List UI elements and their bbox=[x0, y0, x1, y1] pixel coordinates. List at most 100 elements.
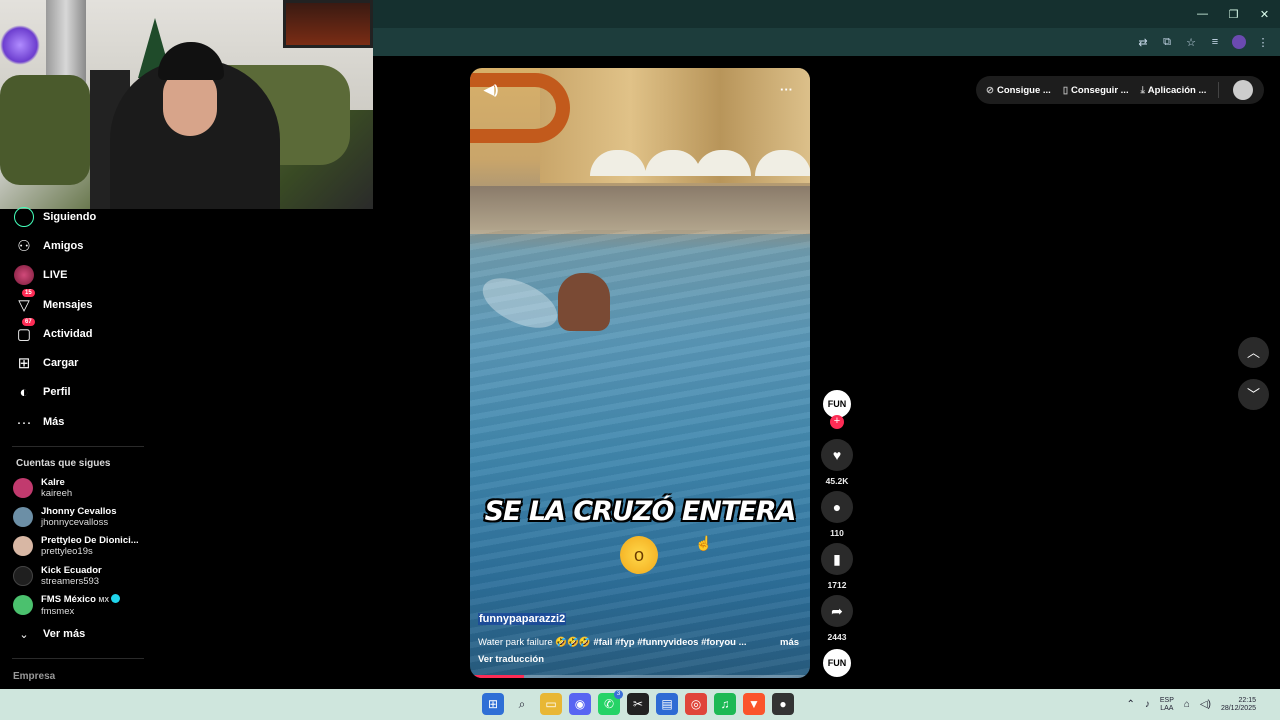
microphone-icon[interactable]: ♪ bbox=[1145, 699, 1150, 710]
mouse-cursor: ☝ bbox=[695, 535, 713, 551]
brave-icon[interactable]: ▼ bbox=[743, 693, 765, 715]
nav-item-messages[interactable]: ▽ 15 Mensajes bbox=[12, 289, 93, 317]
restore-button[interactable]: ❐ bbox=[1218, 0, 1249, 28]
nav-item-activity[interactable]: ▢ 67 Actividad bbox=[12, 318, 93, 346]
sidebar: Siguiendo ⚇ Amigos LIVE ▽ 15 Mensajes ▢ 67… bbox=[0, 207, 160, 689]
comment-button[interactable]: ● bbox=[821, 491, 853, 523]
search-icon[interactable]: ⌕ bbox=[511, 693, 533, 715]
follow-plus-icon[interactable]: + bbox=[830, 415, 844, 429]
share-button[interactable]: ➦ bbox=[821, 595, 853, 627]
previous-video-button[interactable]: ︿ bbox=[1238, 337, 1269, 368]
translate-button[interactable]: Ver traducción bbox=[478, 654, 544, 665]
see-more-button[interactable]: ⌄ Ver más bbox=[12, 622, 85, 646]
nav-item-friends[interactable]: ⚇ Amigos bbox=[12, 234, 83, 258]
share-count: 2443 bbox=[827, 632, 847, 642]
top-actions-bar: ⊘ Consigue ... ▯ Conseguir ... ⤓ Aplicación… bbox=[976, 76, 1264, 104]
nav-label: Mensajes bbox=[43, 299, 93, 311]
menu-icon[interactable]: ⋮ bbox=[1256, 36, 1270, 49]
chrome-icon[interactable]: ◎ bbox=[685, 693, 707, 715]
company-link[interactable]: Empresa bbox=[13, 671, 55, 682]
spotify-icon[interactable]: ♫ bbox=[714, 693, 736, 715]
account-item[interactable]: FMS México MX fmsmex bbox=[13, 593, 121, 617]
chevron-down-icon: ⌄ bbox=[19, 628, 29, 641]
clock[interactable]: 22:15 28/12/2025 bbox=[1221, 697, 1256, 713]
system-tray: ⌃ ♪ ESP LAA ⌂ ◁) 22:15 28/12/2025 bbox=[1126, 689, 1280, 720]
nav-item-live[interactable]: LIVE bbox=[12, 263, 67, 287]
like-count: 45.2K bbox=[825, 476, 849, 486]
get-app-label: Conseguir ... bbox=[1071, 84, 1129, 96]
volume-icon[interactable]: ◁) bbox=[1200, 699, 1211, 710]
account-item[interactable]: Kalre kaireeh bbox=[13, 476, 72, 500]
nav-item-upload[interactable]: ⊞ Cargar bbox=[12, 351, 79, 375]
user-avatar[interactable] bbox=[1233, 80, 1254, 100]
nav-item-following[interactable]: Siguiendo bbox=[12, 205, 96, 229]
taskbar: ⊞ ⌕ ▭ ◉ ✆ 3 ✂ ▤ ◎ ♫ ▼ ● ⌃ ♪ ESP LAA ⌂ ◁) 22:15 28/12/… bbox=[0, 689, 1280, 720]
save-button[interactable]: ▮ bbox=[821, 543, 853, 575]
following-accounts-title: Cuentas que sigues bbox=[16, 458, 111, 469]
like-button[interactable]: ♥ bbox=[821, 439, 853, 471]
network-icon[interactable]: ⌂ bbox=[1184, 699, 1190, 710]
desktop-app-button[interactable]: ⤓ Aplicación ... bbox=[1141, 85, 1207, 96]
account-item[interactable]: Jhonny Cevallos jhonnycevalloss bbox=[13, 505, 117, 529]
nav-label: Amigos bbox=[43, 240, 84, 252]
capcut-icon[interactable]: ✂ bbox=[627, 693, 649, 715]
comment-icon: ● bbox=[832, 499, 842, 515]
account-name: FMS México bbox=[41, 593, 96, 605]
music-disc[interactable]: FUN bbox=[821, 647, 853, 679]
messages-icon: ▽ 15 bbox=[12, 289, 36, 316]
whatsapp-icon[interactable]: ✆ 3 bbox=[598, 690, 623, 715]
coin-icon: ⊘ bbox=[986, 84, 994, 96]
account-username: kaireeh bbox=[41, 488, 73, 499]
discord-icon[interactable]: ◉ bbox=[569, 693, 591, 715]
close-button[interactable]: ✕ bbox=[1249, 0, 1280, 28]
chevron-up-icon[interactable]: ⌃ bbox=[1126, 699, 1134, 710]
bookmark-icon: ▮ bbox=[833, 551, 841, 567]
divider bbox=[12, 446, 144, 447]
video-progress-bar[interactable] bbox=[470, 675, 810, 678]
avatar bbox=[13, 595, 33, 615]
verified-icon bbox=[111, 594, 121, 604]
get-coins-label: Consigue ... bbox=[996, 84, 1051, 96]
translate-icon[interactable]: ⇄ bbox=[1136, 36, 1150, 49]
clock-date: 28/12/2025 bbox=[1220, 704, 1256, 712]
install-icon[interactable]: ⧉ bbox=[1160, 36, 1174, 49]
nav-label: Siguiendo bbox=[43, 211, 97, 223]
nav-item-more[interactable]: ··· Más bbox=[12, 410, 65, 434]
hashtags[interactable]: #fail #fyp #funnyvideos #foryou ... bbox=[593, 637, 746, 648]
file-explorer-icon[interactable]: ▭ bbox=[540, 693, 562, 715]
video-description: Water park failure 🤣🤣🤣 #fail #fyp #funny… bbox=[478, 637, 746, 648]
nav-item-profile[interactable]: ◐ Perfil bbox=[12, 380, 71, 404]
account-name: Prettyleo De Dionici... bbox=[41, 535, 139, 546]
friends-icon: ⚇ bbox=[17, 238, 31, 255]
get-app-button[interactable]: ▯ Conseguir ... bbox=[1063, 85, 1129, 96]
see-more-label: Ver más bbox=[43, 628, 86, 640]
browser-toolbar: ⇄ ⧉ ☆ ≡ ⋮ bbox=[373, 28, 1280, 56]
account-username: fmsmex bbox=[41, 605, 75, 617]
chevron-up-icon: ︿ bbox=[1246, 345, 1260, 360]
minimize-button[interactable]: — bbox=[1187, 0, 1218, 28]
author-link[interactable]: funnypaparazzi2 bbox=[478, 613, 567, 625]
get-coins-button[interactable]: ⊘ Consigue ... bbox=[986, 85, 1051, 96]
nav-label: LIVE bbox=[43, 269, 68, 281]
next-video-button[interactable]: ﹀ bbox=[1238, 379, 1269, 410]
avatar bbox=[13, 478, 33, 498]
more-button[interactable]: más bbox=[780, 637, 799, 648]
activity-badge: 67 bbox=[22, 318, 35, 326]
more-options-icon[interactable]: ··· bbox=[780, 82, 793, 97]
bookmark-star-icon[interactable]: ☆ bbox=[1184, 36, 1198, 49]
profile-icon[interactable] bbox=[1232, 35, 1246, 49]
windows-start-icon[interactable]: ⊞ bbox=[482, 693, 504, 715]
account-item[interactable]: Kick Ecuador streamers593 bbox=[13, 564, 102, 588]
account-name: Jhonny Cevallos bbox=[41, 506, 117, 517]
media-icon[interactable]: ≡ bbox=[1208, 36, 1222, 48]
webcam-overlay bbox=[0, 0, 373, 209]
volume-icon[interactable]: ◀) bbox=[484, 82, 498, 98]
store-icon[interactable]: ▤ bbox=[656, 693, 678, 715]
account-item[interactable]: Prettyleo De Dionici... prettyleo19s bbox=[13, 534, 139, 558]
nav-label: Actividad bbox=[43, 328, 93, 340]
obs-icon[interactable]: ● bbox=[772, 693, 794, 715]
video-caption: SE LA CRUZÓ ENTERA bbox=[484, 496, 797, 527]
video-player[interactable]: ◀) ··· SE LA CRUZÓ ENTERA o funnypaparaz… bbox=[470, 68, 810, 678]
language-indicator[interactable]: ESP LAA bbox=[1160, 697, 1174, 713]
nav-label: Perfil bbox=[43, 386, 71, 398]
